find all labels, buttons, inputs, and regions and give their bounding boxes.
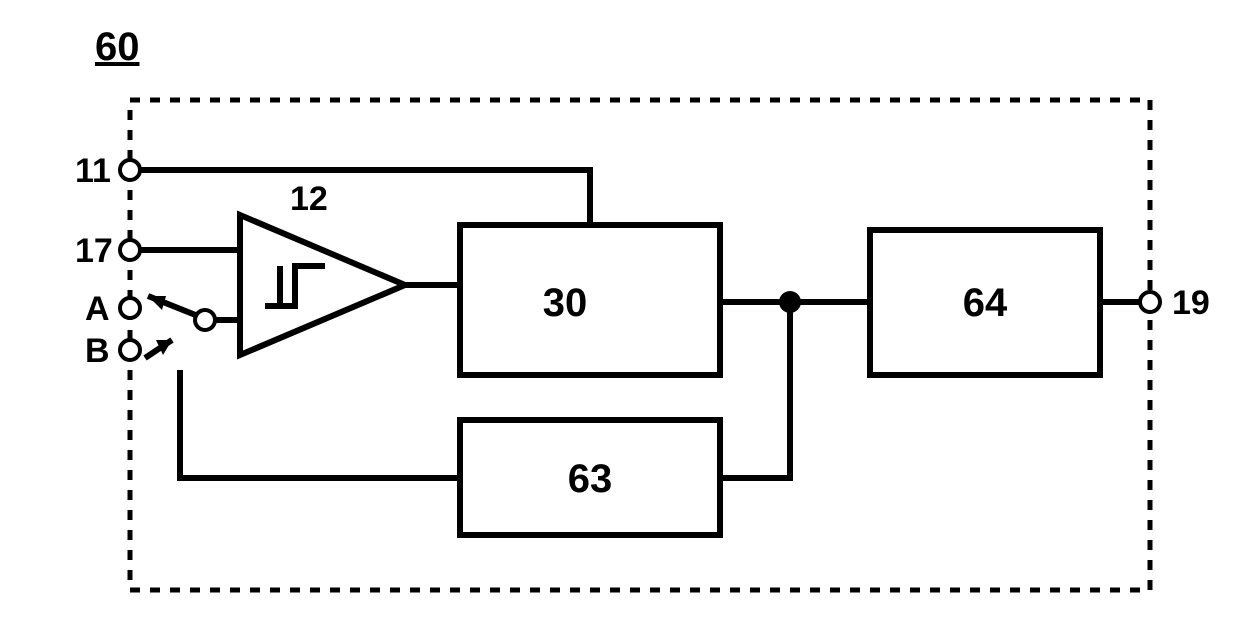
- figure-number: 60: [95, 25, 140, 69]
- terminal-19: [1140, 292, 1160, 312]
- wire-11-to-30: [140, 170, 590, 225]
- terminal-17: [120, 240, 140, 260]
- block-30: 30: [460, 225, 720, 375]
- block-diagram: 60 11 17 A B 19 12 30: [0, 0, 1240, 622]
- terminal-11: [120, 160, 140, 180]
- block-64-label: 64: [963, 281, 1008, 325]
- block-30-label: 30: [543, 281, 588, 325]
- terminal-b-label: B: [85, 332, 110, 370]
- terminal-b: [120, 340, 140, 360]
- switch-wiper: [148, 296, 198, 316]
- terminal-11-label: 11: [75, 152, 111, 190]
- switch-b-tick: [145, 340, 172, 358]
- terminal-19-label: 19: [1172, 284, 1210, 322]
- block-63: 63: [460, 420, 720, 535]
- block-63-label: 63: [568, 457, 613, 501]
- wire-node-to-63: [720, 302, 790, 478]
- comparator-label: 12: [290, 180, 328, 218]
- wire-63-to-switch: [180, 370, 460, 478]
- terminal-a-label: A: [85, 290, 110, 328]
- comparator-12: 12: [240, 180, 405, 355]
- block-64: 64: [870, 230, 1100, 375]
- terminal-17-label: 17: [75, 232, 113, 270]
- terminal-a: [120, 298, 140, 318]
